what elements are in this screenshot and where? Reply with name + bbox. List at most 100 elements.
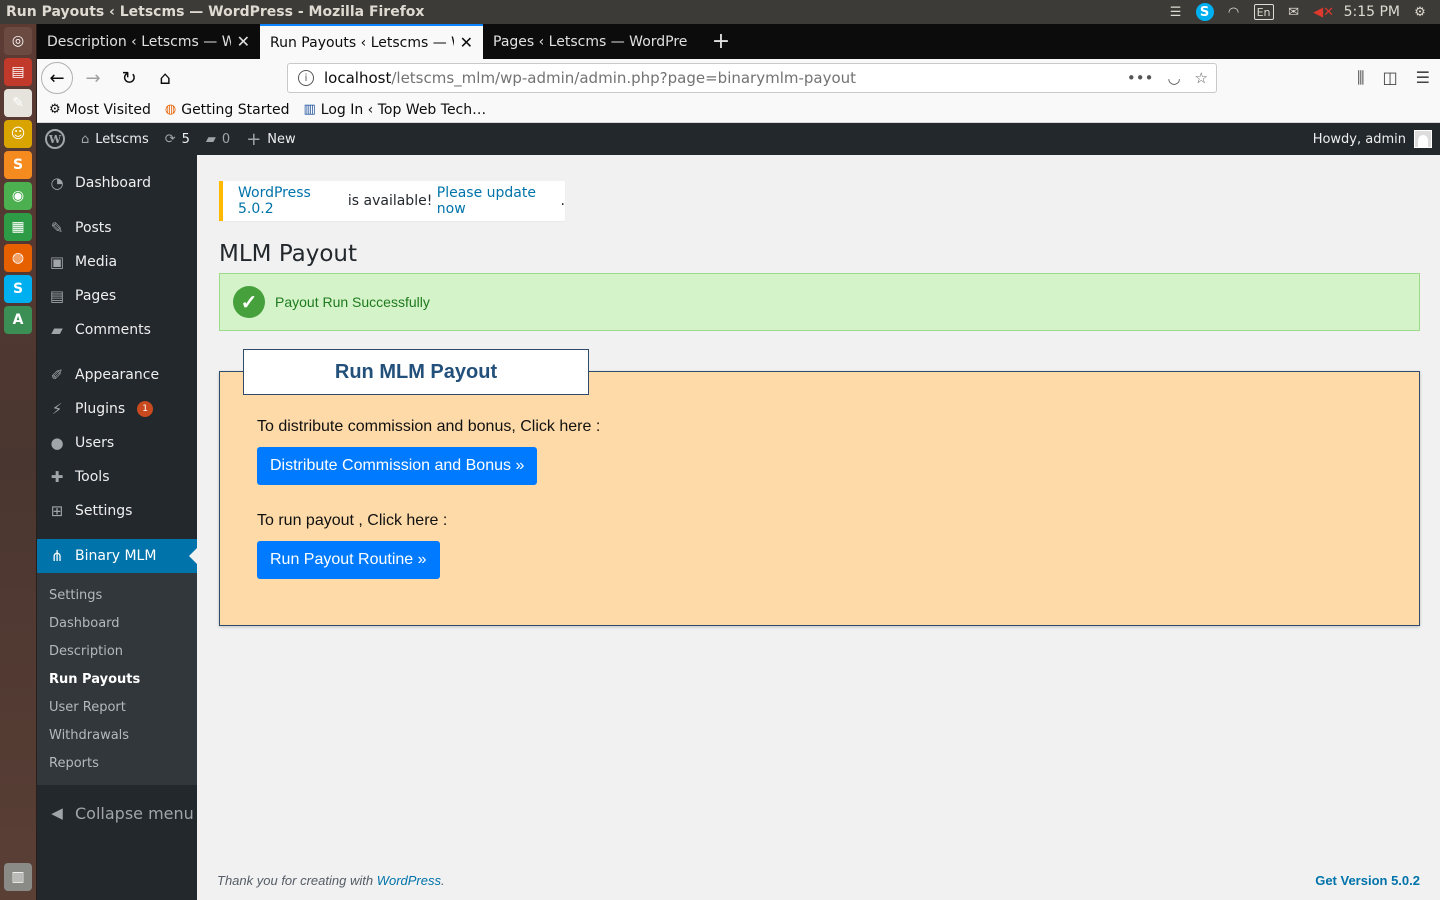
sidebar-item-label: Comments (75, 322, 151, 338)
launcher-sublime-icon[interactable]: S (4, 151, 32, 179)
bookmark-getting-started[interactable]: ◍ Getting Started (165, 102, 290, 118)
launcher-gimp-icon[interactable]: ☺ (4, 120, 32, 148)
submenu-item-dashboard[interactable]: Dashboard (37, 609, 197, 637)
footer-wordpress-link[interactable]: WordPress (377, 873, 441, 888)
footer-version-link[interactable]: Get Version 5.0.2 (1315, 873, 1420, 888)
launcher-updater-icon[interactable]: A (4, 306, 32, 334)
bookmark-star-icon[interactable]: ☆ (1195, 69, 1208, 87)
sidebar-item-label: Users (75, 435, 115, 451)
panel-heading: Run MLM Payout (243, 349, 589, 395)
reload-button[interactable]: ↻ (113, 62, 145, 94)
clock[interactable]: 5:15 PM (1344, 4, 1400, 20)
tab-description[interactable]: Description ‹ Letscms — Wo ✕ (37, 24, 260, 59)
tab-pages[interactable]: Pages ‹ Letscms — WordPre (483, 24, 706, 59)
sidebar-item-appearance[interactable]: ✐ Appearance (37, 358, 197, 392)
keyboard-layout-indicator[interactable]: En (1253, 4, 1274, 20)
close-tab-icon[interactable]: ✕ (237, 32, 250, 51)
library-icon[interactable]: ⫼ (1357, 68, 1364, 88)
sidebar-item-posts[interactable]: ✎ Posts (37, 211, 197, 245)
sidebar-item-comments[interactable]: ▰ Comments (37, 313, 197, 347)
launcher-dash-icon[interactable]: ◎ (4, 27, 32, 55)
bookmarks-toolbar: ⚙ Most Visited ◍ Getting Started ▥ Log I… (37, 97, 1440, 123)
sidebar-toggle-icon[interactable]: ◫ (1383, 68, 1398, 88)
launcher-trash-icon[interactable]: ▥ (4, 863, 32, 891)
user-icon: ● (50, 434, 64, 452)
site-name-link[interactable]: ⌂ Letscms (73, 123, 157, 155)
url-bar[interactable]: i localhost/letscms_mlm/wp-admin/admin.p… (287, 63, 1217, 93)
sidebar-item-media[interactable]: ▣ Media (37, 245, 197, 279)
wp-logo-menu[interactable]: W (37, 123, 73, 155)
pages-icon: ▤ (49, 287, 65, 305)
tab-run-payouts[interactable]: Run Payouts ‹ Letscms — W ✕ (260, 24, 483, 59)
launcher-text-editor-icon[interactable]: ✎ (4, 89, 32, 117)
skype-tray-icon[interactable]: S (1195, 3, 1214, 21)
bookmark-most-visited[interactable]: ⚙ Most Visited (49, 102, 151, 118)
tab-label: Description ‹ Letscms — Wo (47, 33, 231, 50)
close-tab-icon[interactable]: ✕ (460, 33, 473, 52)
tab-label: Pages ‹ Letscms — WordPre (493, 33, 688, 50)
comments-count: 0 (221, 131, 231, 147)
sidebar-item-settings[interactable]: ⊞ Settings (37, 494, 197, 528)
collapse-menu-button[interactable]: ◀ Collapse menu (37, 796, 197, 830)
page-actions-icon[interactable]: ••• (1127, 69, 1154, 87)
pocket-icon[interactable]: ◡ (1167, 69, 1180, 87)
dashboard-gauge-icon: ◔ (50, 174, 64, 192)
distribute-commission-button[interactable]: Distribute Commission and Bonus » (257, 447, 538, 485)
back-button[interactable]: ← (41, 62, 73, 94)
sidebar-item-plugins[interactable]: ⚡ Plugins 1 (37, 392, 197, 426)
update-now-link[interactable]: Please update now (437, 185, 561, 217)
wordpress-version-link[interactable]: WordPress 5.0.2 (238, 185, 343, 217)
distribute-instruction: To distribute commission and bonus, Clic… (257, 418, 601, 435)
url-path: /letscms_mlm/wp-admin/admin.php?page=bin… (391, 69, 857, 87)
forward-button[interactable]: → (77, 62, 109, 94)
wifi-icon[interactable]: ◠ (1224, 3, 1244, 21)
sidebar-item-dashboard[interactable]: ◔ Dashboard (37, 166, 197, 200)
sidebar-item-pages[interactable]: ▤ Pages (37, 279, 197, 313)
new-content-link[interactable]: + New (238, 123, 303, 155)
updates-icon: ⟳ (164, 131, 176, 147)
wp-admin-bar: W ⌂ Letscms ⟳ 5 ▰ 0 + New Howdy, admin (37, 123, 1440, 155)
payout-instruction: To run payout , Click here : (257, 512, 448, 529)
launcher-spreadsheet-icon[interactable]: ▦ (4, 213, 32, 241)
submenu-item-settings[interactable]: Settings (37, 581, 197, 609)
wordpress-logo-icon: W (45, 129, 65, 149)
submenu-item-reports[interactable]: Reports (37, 749, 197, 777)
new-tab-button[interactable]: + (706, 24, 736, 59)
run-payout-routine-button[interactable]: Run Payout Routine » (257, 541, 440, 579)
comment-bubble-icon: ▰ (51, 321, 63, 339)
page-title: MLM Payout (219, 241, 358, 267)
launcher-firefox-icon[interactable]: ◍ (4, 244, 32, 272)
mail-icon[interactable]: ✉ (1284, 3, 1304, 21)
site-info-icon[interactable]: i (298, 70, 314, 86)
system-tray: ☰ S ◠ En ✉ ◀✕ 5:15 PM ⚙ (1166, 3, 1440, 21)
menu-list-icon[interactable]: ☰ (1166, 3, 1186, 21)
url-host: localhost (324, 69, 392, 87)
launcher-chrome-icon[interactable]: ◉ (4, 182, 32, 210)
launcher-files-icon[interactable]: ▤ (4, 58, 32, 86)
payout-panel: Run MLM Payout To distribute commission … (219, 349, 1420, 626)
comments-link[interactable]: ▰ 0 (198, 123, 238, 155)
sidebar-item-binary-mlm[interactable]: ⋔ Binary MLM (37, 539, 197, 573)
settings-gear-icon[interactable]: ⚙ (1410, 3, 1430, 21)
submenu-item-description[interactable]: Description (37, 637, 197, 665)
update-count-badge: 1 (137, 401, 154, 417)
submenu-item-run-payouts[interactable]: Run Payouts (37, 665, 197, 693)
account-menu[interactable]: Howdy, admin (1313, 130, 1440, 148)
sidebar-item-label: Tools (75, 469, 110, 485)
submenu-item-user-report[interactable]: User Report (37, 693, 197, 721)
sidebar-item-tools[interactable]: ✚ Tools (37, 460, 197, 494)
window-title: Run Payouts ‹ Letscms — WordPress - Mozi… (6, 4, 425, 20)
launcher-skype-icon[interactable]: S (4, 275, 32, 303)
home-button[interactable]: ⌂ (149, 62, 181, 94)
submenu-item-withdrawals[interactable]: Withdrawals (37, 721, 197, 749)
browser-nav-bar: ← → ↻ ⌂ i localhost/letscms_mlm/wp-admin… (37, 59, 1440, 97)
sidebar-item-label: Pages (75, 288, 117, 304)
sidebar-item-users[interactable]: ● Users (37, 426, 197, 460)
updates-link[interactable]: ⟳ 5 (157, 123, 198, 155)
volume-muted-icon[interactable]: ◀✕ (1313, 3, 1334, 21)
firefox-icon: ◍ (164, 102, 177, 117)
bookmark-log-in[interactable]: ▥ Log In ‹ Top Web Tech… (303, 102, 486, 118)
plug-icon: ⚡ (51, 400, 63, 418)
avatar (1414, 130, 1432, 148)
hamburger-menu-icon[interactable]: ☰ (1416, 68, 1430, 88)
